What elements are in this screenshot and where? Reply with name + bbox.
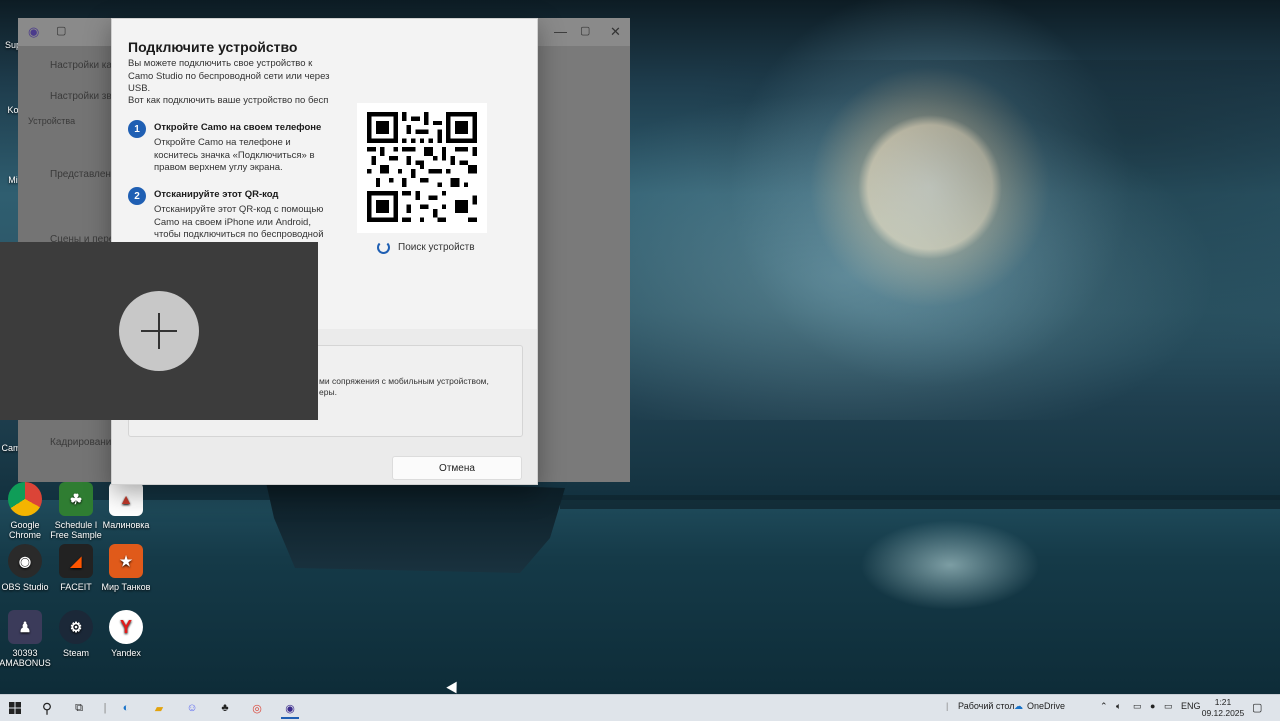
desktop-icon-obs-studio[interactable]: ◉ OBS Studio: [0, 544, 54, 592]
wallpaper-moon-reflection: [860, 520, 1040, 610]
steam-icon: ⚙: [59, 610, 93, 644]
desktop-icon-google-chrome[interactable]: Google Chrome: [0, 482, 54, 540]
step-title: Отсканируйте этот QR-код: [154, 189, 279, 200]
maximize-button[interactable]: ▢: [580, 24, 590, 37]
monitor-icon[interactable]: ▭: [1133, 701, 1142, 712]
language-indicator[interactable]: ENG: [1181, 701, 1201, 711]
loading-spinner-icon: [377, 241, 390, 254]
tray-divider: |: [946, 701, 949, 711]
wallpaper-sea: [0, 500, 1280, 694]
folder-icon: ▰: [154, 702, 164, 715]
onedrive-label[interactable]: OneDrive: [1027, 701, 1065, 711]
taskbar-chrome[interactable]: ◎: [248, 699, 266, 717]
clock-time: 1:21: [1214, 697, 1232, 707]
windows-icon: [9, 702, 21, 714]
close-button[interactable]: ✕: [610, 24, 621, 40]
desktop-icon-malinovka[interactable]: ▲ Малиновка: [97, 482, 155, 530]
minimize-button[interactable]: —: [554, 24, 567, 39]
clock[interactable]: 1:21 09.12.2025: [1200, 697, 1246, 719]
step-number: 2: [128, 187, 146, 205]
microphone-icon[interactable]: ●: [1150, 701, 1155, 711]
searching-label: Поиск устройств: [398, 242, 475, 253]
yandex-icon: Y: [109, 610, 143, 644]
mir-tankov-icon: ★: [109, 544, 143, 578]
device-search-status: Поиск устройств: [377, 241, 475, 254]
schedule-i-icon: ☘: [59, 482, 93, 516]
faceit-icon: ◢: [59, 544, 93, 578]
sidebar-toggle-icon[interactable]: ▢: [56, 24, 66, 37]
sidebar-section-devices: Устройства: [28, 116, 76, 126]
discord-icon: ☺: [186, 702, 198, 714]
search-icon: ⚲: [41, 699, 53, 716]
sidebar-item-view[interactable]: Представлени: [50, 169, 117, 180]
add-device-button[interactable]: [119, 291, 199, 371]
taskbar-app[interactable]: ♣: [216, 699, 234, 717]
dialog-intro-how: Вот как подключить ваше устройство по бе…: [128, 95, 329, 106]
search-button[interactable]: ⚲: [38, 699, 56, 717]
taskbar-file-explorer[interactable]: ▰: [150, 699, 168, 717]
chrome-icon: [8, 482, 42, 516]
start-button[interactable]: [6, 699, 24, 717]
malinovka-icon: ▲: [109, 482, 143, 516]
task-view-icon: ⧉: [75, 701, 83, 714]
edge-icon: ◐: [122, 702, 130, 714]
show-hidden-icons-button[interactable]: ⌃: [1100, 701, 1108, 712]
step-number: 1: [128, 120, 146, 138]
clock-date: 09.12.2025: [1201, 708, 1245, 718]
desktop-icon-yandex[interactable]: Y Yandex: [97, 610, 155, 658]
camo-icon: ◉: [285, 702, 295, 715]
taskbar-discord[interactable]: ☺: [183, 699, 201, 717]
desktop-icon-amabonus[interactable]: ♟ 30393 AMABONUS: [0, 610, 54, 668]
app-icon: ♣: [221, 702, 229, 714]
dialog-intro: Вы можете подключить свое устройство к C…: [128, 58, 330, 94]
desktop-icon-mir-tankov[interactable]: ★ Мир Танков: [97, 544, 155, 592]
cancel-button[interactable]: Отмена: [392, 456, 522, 480]
add-device-panel: [0, 242, 318, 420]
task-view-button[interactable]: ⧉: [70, 699, 88, 717]
wallpaper-ship: [265, 478, 565, 573]
step-description: Откройте Camo на телефоне и коснитесь зн…: [154, 137, 315, 173]
wallpaper-clouds: [560, 60, 1280, 420]
taskbar: ⚲ ⧉ | ◐ ▰ ☺ ♣ ◎ ◉ | Рабочий стол ☁ OneDr…: [0, 694, 1280, 721]
dialog-title: Подключите устройство: [128, 39, 298, 55]
camo-app-icon: ◉: [28, 24, 40, 39]
obs-icon: ◉: [8, 544, 42, 578]
step-title: Откройте Camo на своем телефоне: [154, 122, 322, 133]
taskbar-divider: |: [103, 702, 107, 714]
taskbar-camo[interactable]: ◉: [281, 699, 299, 719]
desktop-toolbar-label[interactable]: Рабочий стол: [958, 701, 1015, 711]
chrome-icon: ◎: [252, 702, 262, 715]
sidebar-item-camera-settings[interactable]: Настройки кам: [50, 60, 119, 71]
wallpaper-shoreline: [560, 495, 1280, 509]
sidebar-item-audio-settings[interactable]: Настройки зву: [50, 91, 117, 102]
info-text: ми сопряжения с мобильным устройством, е…: [319, 376, 489, 397]
qr-code-image: [367, 112, 477, 222]
network-icon[interactable]: ▭: [1164, 701, 1173, 712]
onedrive-icon[interactable]: ☁: [1014, 701, 1023, 712]
volume-icon[interactable]: 🔈︎: [1116, 701, 1121, 712]
sidebar-item-crop[interactable]: Кадрирование: [50, 437, 117, 448]
notifications-icon[interactable]: ▢: [1252, 701, 1262, 714]
step-description: Отсканируйте этот QR-код с помощью Camo …: [154, 204, 324, 240]
amabonus-icon: ♟: [8, 610, 42, 644]
taskbar-edge[interactable]: ◐: [117, 699, 135, 717]
qr-code: [357, 103, 487, 233]
